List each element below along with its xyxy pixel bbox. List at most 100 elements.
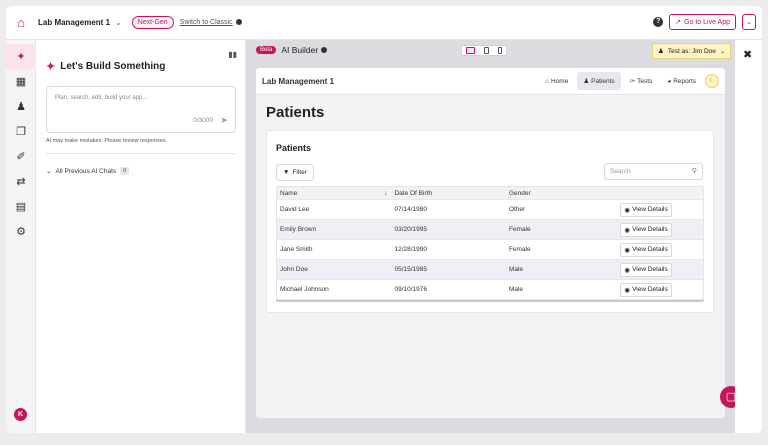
filter-button[interactable]: ▼ Filter (276, 164, 314, 181)
top-bar: ⌂ Lab Management 1 ⌄ Next-Gen Switch to … (6, 6, 762, 40)
sort-down-icon[interactable]: ↓ (384, 190, 388, 197)
cell-name: John Doe (280, 266, 308, 273)
send-icon[interactable]: ➤ (220, 115, 228, 126)
collapse-panel-icon[interactable]: ▮▮ (228, 50, 237, 59)
preview-navbar: Lab Management 1 ⌂ Home ♟ Patients ✑ Tests … (256, 68, 725, 95)
nav-home[interactable]: ⌂ Home (539, 73, 574, 90)
column-header-name[interactable]: Name ↓ (277, 190, 391, 197)
cell-name: Michael Johnson (280, 286, 329, 293)
nav-reports[interactable]: ◕ Reports (661, 73, 702, 90)
info-icon[interactable] (321, 47, 328, 53)
view-details-label: View Details (632, 246, 668, 253)
patients-card: Patients ▼ Filter Search ⚲ Name ↓ Date Of… (266, 130, 714, 313)
test-as-label: Test as: Jim Doe (667, 47, 716, 55)
sparkle-icon: ✦ (46, 61, 56, 73)
tables-icon[interactable]: ▦ (6, 69, 36, 94)
view-details-button[interactable]: ◉ View Details (620, 262, 672, 277)
column-header-dob[interactable]: Date Of Birth (391, 190, 505, 197)
cell-name: David Lee (280, 206, 310, 213)
ai-chat-panel: ▮▮ ✦ Let's Build Something Plan, search,… (36, 40, 246, 433)
chevron-down-icon: ⌄ (46, 168, 52, 175)
desktop-view-icon[interactable] (466, 47, 476, 54)
previous-chats-count: 0 (120, 167, 130, 175)
previous-chats-label: All Previous AI Chats (55, 167, 117, 175)
cell-name: Emily Brown (280, 226, 317, 233)
app-preview: Lab Management 1 ⌂ Home ♟ Patients ✑ Tests … (256, 68, 725, 418)
settings-gear-icon[interactable]: ⚙ (6, 219, 36, 244)
chat-placeholder: Plan, search, edit, build your app... (55, 95, 148, 101)
column-header-name-label: Name (280, 189, 298, 197)
mobile-view-icon[interactable] (497, 47, 502, 54)
users-icon[interactable]: ♟ (6, 94, 36, 119)
builder-area: Beta AI Builder ♟ Test as: Jim Doe ⌄ Lab… (246, 40, 742, 433)
table-row: Jane Smith 12/28/1990 Female ◉ View Detai… (277, 239, 703, 259)
card-title: Patients (276, 143, 312, 153)
syringe-icon: ✑ (629, 78, 636, 85)
design-brush-icon[interactable]: ✐ (6, 144, 36, 169)
chat-title-text: Let's Build Something (60, 61, 166, 72)
view-details-label: View Details (632, 286, 668, 293)
switch-to-classic-link[interactable]: Switch to Classic (180, 19, 242, 26)
nav-home-label: Home (551, 77, 569, 85)
ai-builder-icon[interactable]: ✦ (6, 44, 36, 69)
external-link-icon: ↗ (675, 19, 682, 26)
chart-icon: ◕ (667, 77, 672, 85)
home-icon[interactable]: ⌂ (6, 6, 36, 40)
right-rail: ✖ (735, 40, 762, 433)
nav-patients-label: Patients (591, 77, 615, 85)
info-icon[interactable] (235, 19, 242, 26)
chevron-down-icon[interactable]: ⌄ (115, 18, 122, 27)
cell-dob: 12/28/1990 (394, 246, 428, 253)
search-icon[interactable]: ⚲ (692, 167, 697, 175)
cell-gender: Other (508, 206, 526, 213)
cell-dob: 09/10/1976 (394, 286, 428, 293)
table-row: David Lee 07/14/1980 Other ◉ View Details (277, 199, 703, 219)
chat-input[interactable]: Plan, search, edit, build your app... 0/… (46, 86, 236, 133)
go-live-dropdown-button[interactable]: ⌄ (742, 14, 756, 30)
character-counter: 0/3000 (193, 117, 213, 124)
device-toggle (461, 45, 507, 56)
preview-brand[interactable]: Lab Management 1 (262, 77, 334, 86)
billing-icon[interactable]: ▤ (6, 194, 36, 219)
search-input[interactable]: Search ⚲ (604, 163, 703, 180)
view-details-button[interactable]: ◉ View Details (620, 222, 672, 237)
help-icon[interactable]: ? (653, 17, 664, 27)
page-title: Patients (266, 104, 325, 121)
filter-label: Filter (292, 169, 307, 176)
table-row: Michael Johnson 09/10/1976 Male ◉ View De… (277, 279, 703, 299)
user-avatar[interactable]: K (14, 408, 27, 421)
nav-patients[interactable]: ♟ Patients (577, 72, 621, 90)
home-icon: ⌂ (545, 77, 549, 85)
go-to-live-app-button[interactable]: ↗ Go to Live App (669, 14, 736, 30)
eye-icon: ◉ (624, 266, 631, 274)
go-live-label: Go to Live App (684, 18, 730, 26)
view-details-button[interactable]: ◉ View Details (620, 282, 672, 297)
eye-icon: ◉ (624, 246, 631, 254)
left-rail: ✦ ▦ ♟ ❐ ✐ ⇄ ▤ ⚙ K (6, 40, 36, 433)
cell-dob: 05/15/1985 (394, 266, 428, 273)
view-details-button[interactable]: ◉ View Details (620, 202, 672, 217)
app-name[interactable]: Lab Management 1 (38, 18, 110, 27)
tablet-view-icon[interactable] (483, 47, 489, 54)
column-header-gender[interactable]: Gender (506, 190, 620, 197)
pages-icon[interactable]: ❐ (6, 119, 36, 144)
view-details-button[interactable]: ◉ View Details (620, 242, 672, 257)
table-row: John Doe 05/15/1985 Male ◉ View Details (277, 259, 703, 279)
filter-icon: ▼ (283, 169, 290, 176)
previous-chats-toggle[interactable]: ⌄ All Previous AI Chats 0 (46, 167, 130, 175)
table-header: Name ↓ Date Of Birth Gender (277, 187, 703, 199)
user-icon: ♟ (658, 48, 664, 55)
builder-title: AI Builder (281, 45, 328, 55)
user-menu-icon[interactable]: ☾ (705, 74, 719, 88)
patients-table: Name ↓ Date Of Birth Gender David Lee 07/… (276, 186, 704, 300)
actions-icon[interactable]: ⇄ (6, 169, 36, 194)
nav-tests[interactable]: ✑ Tests (624, 72, 659, 90)
nav-reports-label: Reports (673, 77, 696, 85)
cell-dob: 03/20/1995 (394, 226, 428, 233)
search-placeholder: Search (610, 168, 631, 175)
chat-title: ✦ Let's Build Something (46, 60, 165, 73)
view-details-label: View Details (632, 266, 668, 273)
view-details-label: View Details (632, 226, 668, 233)
test-as-button[interactable]: ♟ Test as: Jim Doe ⌄ (652, 43, 732, 59)
tools-icon[interactable]: ✖ (743, 48, 752, 61)
